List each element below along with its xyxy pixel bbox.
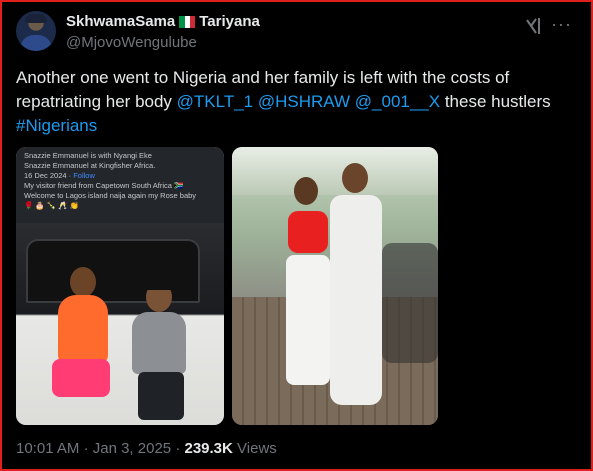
more-options-icon[interactable]: ··· [551, 14, 572, 35]
fb-line: Snazzie Emmanuel at Kingfisher Africa. [24, 161, 156, 170]
tweet-header: SkhwamaSama Tariyana @MjovoWengulube ··· [16, 10, 576, 54]
separator: · [83, 440, 89, 457]
fb-line: Welcome to Lagos island naija again my R… [24, 191, 197, 200]
person-man [128, 280, 194, 422]
tweet-time[interactable]: 10:01 AM [16, 440, 79, 457]
fb-line: My visitor friend from Capetown South Af… [24, 181, 184, 190]
media-image-right[interactable] [232, 147, 438, 425]
tweet-card: SkhwamaSama Tariyana @MjovoWengulube ···… [0, 0, 593, 471]
italy-flag-icon [179, 15, 196, 28]
mention-link[interactable]: @_001__X [355, 92, 440, 111]
mention-link[interactable]: @HSHRAW [258, 92, 350, 111]
avatar-cap [25, 14, 47, 23]
chairs [382, 243, 438, 363]
fb-line: Snazzie Emmanuel is with Nyangi Eke [24, 151, 152, 160]
author-handle[interactable]: @MjovoWengulube [66, 34, 197, 51]
tweet-text-part2: these hustlers [440, 92, 551, 111]
media-image-left[interactable]: Snazzie Emmanuel is with Nyangi Eke Snaz… [16, 147, 224, 425]
tweet-media: Snazzie Emmanuel is with Nyangi Eke Snaz… [16, 147, 441, 425]
views-label: Views [237, 440, 277, 457]
facebook-post-screenshot: Snazzie Emmanuel is with Nyangi Eke Snaz… [16, 147, 224, 223]
avatar-shirt [20, 35, 52, 51]
person-woman [282, 177, 334, 407]
person-man [328, 163, 384, 413]
display-name[interactable]: SkhwamaSama [66, 13, 175, 30]
views-count: 239.3K [184, 440, 233, 457]
hashtag-link[interactable]: #Nigerians [16, 116, 97, 135]
grok-icon[interactable] [526, 17, 542, 35]
fb-emojis: 🌹 🎂 🍾 🥂 👏 [24, 201, 80, 210]
tweet-footer: 10:01 AM · Jan 3, 2025 · 239.3K Views [16, 440, 277, 457]
author-name-row[interactable]: SkhwamaSama Tariyana [66, 13, 260, 30]
tweet-text: Another one went to Nigeria and her fami… [16, 66, 571, 138]
mention-link[interactable]: @TKLT_1 [177, 92, 253, 111]
person-woman [52, 267, 112, 417]
fb-follow: Follow [73, 171, 95, 180]
display-name-suffix[interactable]: Tariyana [199, 13, 260, 30]
tweet-date[interactable]: Jan 3, 2025 [93, 440, 171, 457]
separator: · [175, 440, 181, 457]
fb-date: 16 Dec 2024 · [24, 171, 74, 180]
avatar[interactable] [16, 11, 56, 51]
